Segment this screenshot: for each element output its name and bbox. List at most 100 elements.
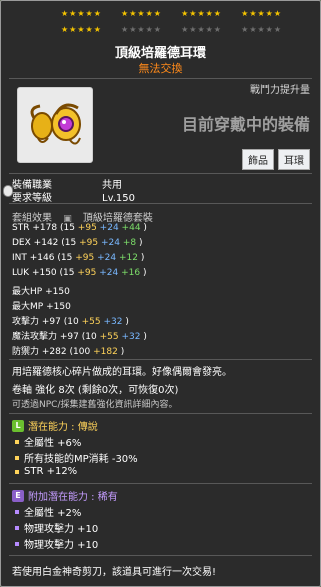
stat-close: ) — [125, 317, 129, 327]
stat-yellow: +95 — [79, 238, 99, 248]
stat-row: LUK +150 (15 +95 +24 +16 ) — [12, 268, 147, 278]
stat-open: (15 — [61, 238, 77, 248]
scroll-upgrades: 卷軸 強化 8次 (剩餘0次，可恢復0次) — [12, 385, 179, 396]
level-label: 要求等級 — [12, 193, 52, 204]
stat-name: DEX — [12, 238, 31, 248]
star-icon: ★ — [77, 9, 85, 18]
star-empty-icon: ★ — [129, 25, 137, 34]
star-group: ★ ★ ★ ★ ★ — [61, 25, 101, 34]
item-tags: 飾品 耳環 — [242, 149, 310, 170]
stat-name: STR — [12, 223, 30, 233]
stat-row: 攻擊力 +97 (10 +55 +32 ) — [12, 314, 129, 327]
star-icon: ★ — [189, 9, 197, 18]
star-empty-icon: ★ — [273, 25, 281, 34]
stat-yellow: +55 — [81, 317, 101, 327]
additional-line: 物理攻擊力 +10 — [15, 536, 98, 551]
star-empty-icon: ★ — [257, 25, 265, 34]
stat-row: 最大MP +150 — [12, 299, 71, 312]
stat-open: (100 — [69, 347, 91, 357]
stat-total: +97 — [41, 317, 61, 327]
stat-yellow: +95 — [77, 223, 97, 233]
star-force-row-1: ★ ★ ★ ★ ★ ★ ★ ★ ★ ★ ★ ★ ★ ★ ★ ★ ★ ★ ★ ★ — [61, 9, 281, 18]
stat-close: ) — [140, 253, 145, 263]
stat-close: ) — [139, 238, 143, 248]
star-empty-icon: ★ — [189, 25, 197, 34]
star-empty-icon: ★ — [205, 25, 213, 34]
potential-header: L 潛在能力 : 傳說 — [12, 418, 98, 433]
stat-total: +150 — [45, 287, 70, 297]
star-empty-icon: ★ — [137, 25, 145, 34]
additional-text: 物理攻擊力 +10 — [24, 524, 99, 535]
additional-potential-header: E 附加潛在能力 : 稀有 — [12, 488, 118, 503]
divider — [9, 78, 312, 79]
item-icon-frame — [17, 87, 93, 163]
star-empty-icon: ★ — [213, 25, 221, 34]
tag-earring: 耳環 — [278, 149, 310, 170]
stat-total: +146 — [29, 253, 55, 263]
divider — [9, 483, 312, 484]
star-icon: ★ — [265, 9, 273, 18]
stat-blue: +24 — [101, 238, 120, 248]
trade-note: 若使用白金神奇剪刀，該道具可進行一次交易! — [12, 567, 217, 578]
star-group: ★ ★ ★ ★ ★ — [241, 25, 281, 34]
stat-open: (10 — [81, 332, 97, 342]
star-icon: ★ — [205, 9, 213, 18]
stat-blue: +32 — [121, 332, 141, 342]
star-empty-icon: ★ — [249, 25, 257, 34]
star-empty-icon: ★ — [121, 25, 129, 34]
star-icon: ★ — [85, 9, 93, 18]
star-icon: ★ — [93, 25, 101, 34]
stat-row: 魔法攻擊力 +97 (10 +55 +32 ) — [12, 329, 147, 342]
star-icon: ★ — [61, 25, 69, 34]
additional-line: 全屬性 +2% — [15, 504, 81, 519]
potential-line: STR +12% — [15, 466, 77, 477]
star-empty-icon: ★ — [197, 25, 205, 34]
additional-text: 全屬性 +2% — [24, 508, 82, 519]
potential-line: 所有技能的MP消耗 -30% — [15, 450, 138, 465]
potential-text: 所有技能的MP消耗 -30% — [24, 454, 138, 465]
stat-total: +150 — [31, 268, 57, 278]
potential-text: 全屬性 +6% — [24, 438, 82, 449]
star-icon: ★ — [93, 9, 101, 18]
stat-close: ) — [143, 223, 147, 233]
stat-name: 防禦力 — [12, 347, 40, 357]
stat-green: +8 — [122, 238, 137, 248]
stat-close: ) — [143, 268, 147, 278]
stat-blue: +24 — [99, 268, 119, 278]
stat-yellow: +55 — [99, 332, 119, 342]
bullet-icon — [15, 455, 19, 460]
potential-text: STR +12% — [24, 466, 78, 477]
stat-row: 最大HP +150 — [12, 284, 70, 297]
stat-name: 魔法攻擊力 — [12, 332, 58, 342]
stat-yellow: +95 — [75, 253, 95, 263]
star-icon: ★ — [85, 25, 93, 34]
combat-power-label: 戰鬥力提升量 — [250, 85, 310, 96]
stat-row: STR +178 (15 +95 +24 +44 ) — [12, 223, 147, 233]
stat-open: (15 — [59, 268, 75, 278]
epic-badge-icon: E — [12, 489, 24, 502]
stat-total: +97 — [59, 332, 79, 342]
star-icon: ★ — [145, 9, 153, 18]
stat-close: ) — [143, 332, 147, 342]
tradeability-label: 無法交換 — [138, 62, 183, 75]
bullet-icon — [15, 439, 19, 444]
star-icon: ★ — [77, 25, 85, 34]
star-empty-icon: ★ — [153, 25, 161, 34]
star-empty-icon: ★ — [181, 25, 189, 34]
stat-green: +12 — [118, 253, 138, 263]
stat-total: +178 — [32, 223, 58, 233]
star-icon: ★ — [197, 9, 205, 18]
bullet-icon — [15, 541, 19, 546]
stat-yellow: +95 — [77, 268, 97, 278]
potential-label: 潛在能力 : 傳說 — [28, 422, 98, 433]
star-group: ★ ★ ★ ★ ★ — [121, 9, 161, 18]
item-description: 用培羅德核心碎片做成的耳環。好像偶爾會發亮。 — [12, 367, 232, 378]
stat-open: (10 — [63, 317, 79, 327]
star-group: ★ ★ ★ ★ ★ — [181, 9, 221, 18]
star-icon: ★ — [249, 9, 257, 18]
divider — [9, 203, 312, 204]
stat-row: INT +146 (15 +95 +24 +12 ) — [12, 253, 144, 263]
bullet-icon — [15, 509, 19, 514]
item-tooltip: ★ ★ ★ ★ ★ ★ ★ ★ ★ ★ ★ ★ ★ ★ ★ ★ ★ ★ ★ ★ ★ ★ ★ ★ ★ ★ ★ ★ ★ ★ ★ ★ ★ ★… — [0, 0, 321, 587]
divider — [9, 359, 312, 360]
